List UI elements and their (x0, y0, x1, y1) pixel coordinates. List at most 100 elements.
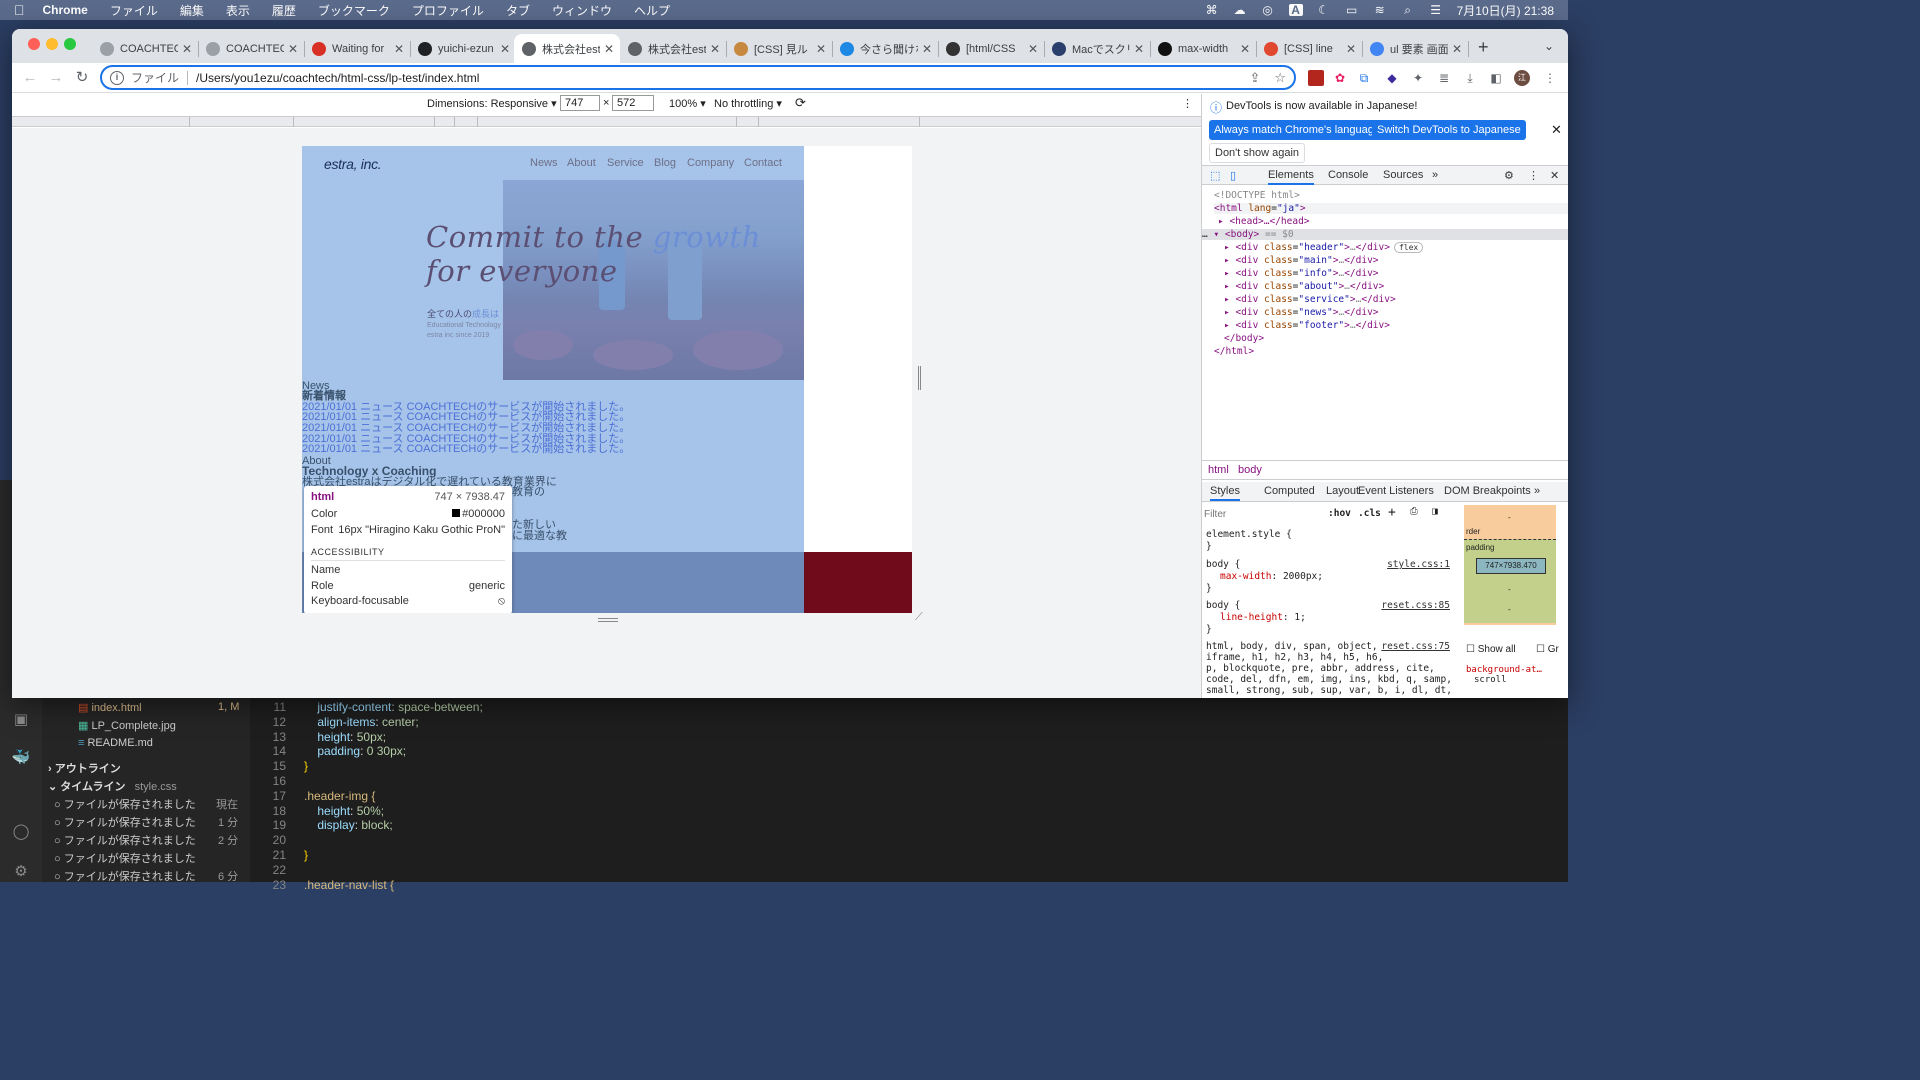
shortcut-icon[interactable]: ⌘ (1205, 4, 1219, 16)
dom-div-node[interactable]: ▸ <div class="news">…</div> (1224, 307, 1379, 318)
control-center-icon[interactable]: ☰ (1429, 4, 1443, 16)
dom-html-close[interactable]: </html> (1214, 346, 1254, 357)
close-tab-icon[interactable]: ✕ (500, 42, 510, 56)
dom-html-open[interactable]: <html lang="ja"> (1214, 203, 1568, 214)
browser-tab[interactable]: COACHTEC ✕ (92, 34, 198, 63)
close-tab-icon[interactable]: ✕ (922, 42, 932, 56)
zoom-dropdown[interactable]: 100% ▾ (669, 97, 706, 110)
cloud-sync-icon[interactable]: ☁ (1233, 4, 1247, 16)
browser-tab[interactable]: [CSS] line ✕ (1256, 34, 1362, 63)
code-line[interactable]: height: 50px; (304, 730, 386, 744)
hover-state-toggle[interactable]: :hov (1328, 508, 1351, 519)
docker-icon[interactable]: 🐳 (11, 748, 31, 766)
settings-gear-icon[interactable]: ⚙ (11, 862, 31, 880)
box-model-diagram[interactable]: 747×7938.470 padding rder - - - ☐ Show a… (1464, 503, 1568, 698)
back-arrow-icon[interactable]: ← (20, 68, 40, 88)
dom-body-selected[interactable]: … ▾ <body> == $0 (1202, 229, 1568, 240)
breadcrumb-html[interactable]: html (1208, 464, 1229, 476)
code-line[interactable]: display: block; (304, 818, 392, 832)
dom-div-node[interactable]: ▸ <div class="info">…</div> (1224, 268, 1379, 279)
close-tab-icon[interactable]: ✕ (288, 42, 298, 56)
viewport-height-input[interactable]: 572 (612, 95, 654, 111)
close-tab-icon[interactable]: ✕ (1134, 42, 1144, 56)
file-readme[interactable]: ≡ README.md (78, 737, 153, 749)
dom-body-close[interactable]: </body> (1224, 333, 1264, 344)
close-devtools-icon[interactable]: ✕ (1550, 169, 1559, 182)
dom-div-node[interactable]: ▸ <div class="header">…</div> flex (1224, 242, 1424, 253)
dom-div-node[interactable]: ▸ <div class="footer">…</div> (1224, 320, 1390, 331)
news-item[interactable]: 2021/01/01 ニュース COACHTECHのサービスが開始されました。 (302, 444, 630, 455)
rotate-icon[interactable]: ⟳ (795, 95, 806, 111)
extension-color-icon[interactable]: ✿ (1332, 70, 1348, 86)
dom-head[interactable]: ▸ <head>…</head> (1218, 216, 1310, 227)
apple-menu-icon[interactable]:  (14, 2, 25, 18)
rule-element-style[interactable]: element.style { (1206, 529, 1292, 540)
close-tab-icon[interactable]: ✕ (710, 42, 720, 56)
url-text[interactable]: /Users/you1ezu/coachtech/html-css/lp-tes… (196, 71, 479, 85)
paint-icon[interactable]: ⎙ (1410, 506, 1418, 517)
nav-contact[interactable]: Contact (744, 157, 782, 169)
side-panel-icon[interactable]: ◧ (1488, 70, 1504, 86)
rule-body-selector[interactable]: body { (1206, 600, 1240, 611)
media-query-ruler[interactable] (12, 116, 1201, 127)
dont-show-again-button[interactable]: Don't show again (1209, 143, 1306, 163)
inspect-element-icon[interactable]: ⬚ (1210, 169, 1220, 182)
browser-tab[interactable]: COACHTEC ✕ (198, 34, 304, 63)
menu-profiles[interactable]: プロファイル (412, 2, 484, 19)
profile-avatar[interactable]: 江 (1514, 70, 1530, 86)
tab-search-chevron-icon[interactable]: ⌄ (1544, 39, 1554, 53)
device-toggle-icon[interactable]: ▯ (1230, 169, 1236, 182)
file-index-html[interactable]: ▤ index.html (78, 701, 142, 714)
account-icon[interactable]: ◯ (11, 822, 31, 840)
translate-icon[interactable]: ⧉ (1356, 70, 1372, 86)
browser-tab[interactable]: 株式会社estr ✕ (514, 34, 620, 63)
nav-blog[interactable]: Blog (654, 157, 676, 169)
timeline-section[interactable]: ⌄ タイムライン style.css (48, 778, 177, 794)
input-method-icon[interactable]: A (1288, 4, 1303, 16)
download-icon[interactable]: ⤓ (1462, 70, 1478, 86)
battery-icon[interactable]: ▭ (1345, 4, 1359, 16)
forward-arrow-icon[interactable]: → (46, 68, 66, 88)
timeline-item[interactable]: ○ ファイルが保存されました (54, 832, 196, 848)
devtools-menu-icon[interactable]: ⋮ (1528, 169, 1539, 182)
rule-source-link[interactable]: reset.css:75 (1381, 641, 1450, 652)
moon-icon[interactable]: ☾ (1317, 4, 1331, 16)
browser-tab[interactable]: yuichi-ezun ✕ (410, 34, 516, 63)
close-tab-icon[interactable]: ✕ (394, 42, 404, 56)
new-tab-plus-icon[interactable]: + (1478, 37, 1489, 58)
dimensions-dropdown[interactable]: Dimensions: Responsive ▾ (427, 97, 557, 110)
reload-icon[interactable]: ↻ (72, 68, 92, 88)
tab-elements[interactable]: Elements (1268, 169, 1314, 185)
timeline-item[interactable]: ○ ファイルが保存されました (54, 850, 196, 866)
tab-event-listeners[interactable]: Event Listeners (1358, 485, 1434, 497)
viewport-side-resize-handle[interactable] (918, 366, 921, 390)
menu-edit[interactable]: 編集 (180, 2, 204, 19)
nav-news[interactable]: News (530, 157, 558, 169)
switch-to-japanese-button[interactable]: Switch DevTools to Japanese (1372, 120, 1526, 140)
zoom-window-button[interactable] (64, 38, 76, 50)
close-tab-icon[interactable]: ✕ (816, 42, 826, 56)
rule-reset-selector[interactable]: html, body, div, span, object, (1206, 641, 1378, 652)
tab-sources[interactable]: Sources (1383, 169, 1423, 181)
file-lp-complete[interactable]: ▦ LP_Complete.jpg (78, 719, 176, 732)
dom-div-node[interactable]: ▸ <div class="about">…</div> (1224, 281, 1384, 292)
emulated-page[interactable]: estra, inc. News About Service Blog Comp… (302, 146, 912, 613)
kebab-menu-icon[interactable]: ⋮ (1542, 70, 1558, 86)
close-tab-icon[interactable]: ✕ (1452, 42, 1462, 56)
menu-window[interactable]: ウィンドウ (552, 2, 612, 19)
menu-file[interactable]: ファイル (110, 2, 158, 19)
menu-history[interactable]: 履歴 (272, 2, 296, 19)
dom-tree[interactable]: <!DOCTYPE html> <html lang="ja"> ▸ <head… (1202, 186, 1568, 460)
code-line[interactable]: padding: 0 30px; (304, 744, 406, 758)
code-line[interactable]: align-items: center; (304, 715, 418, 729)
code-line[interactable]: } (304, 759, 308, 773)
more-tabs-icon[interactable]: » (1432, 169, 1438, 181)
viewport-corner-resize-icon[interactable]: ⟋ (915, 611, 923, 624)
viewport-bottom-resize-handle[interactable] (598, 618, 618, 622)
flex-badge[interactable]: flex (1393, 242, 1424, 253)
group-checkbox[interactable]: ☐ Gr (1536, 644, 1559, 655)
browser-tab[interactable]: Macでスクリ ✕ (1044, 34, 1150, 63)
code-line[interactable]: .header-img { (304, 789, 375, 803)
nav-company[interactable]: Company (687, 157, 734, 169)
close-tab-icon[interactable]: ✕ (1346, 42, 1356, 56)
